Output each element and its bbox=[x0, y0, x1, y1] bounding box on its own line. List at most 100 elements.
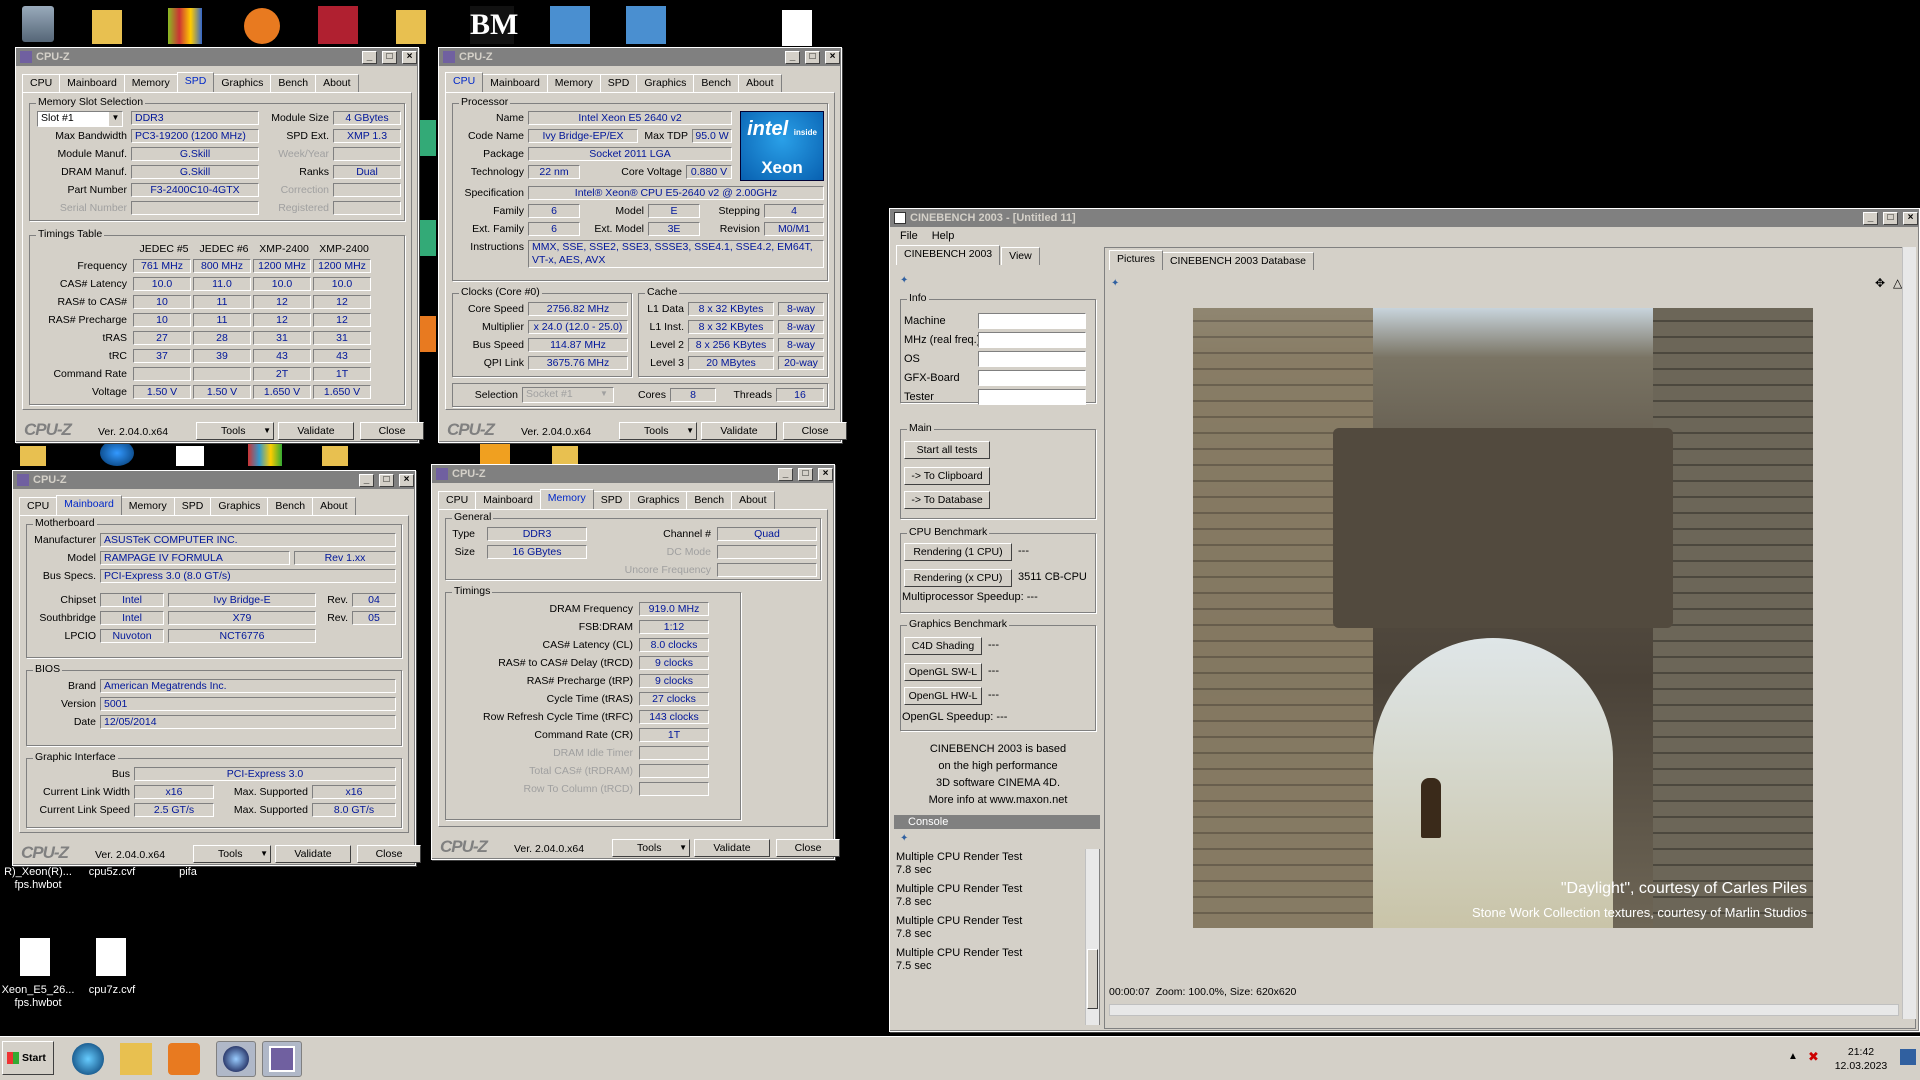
desktop-icon-folder-3[interactable] bbox=[20, 446, 46, 466]
minimize-button[interactable]: _ bbox=[362, 50, 377, 64]
tools-button[interactable]: Tools ▼ bbox=[196, 422, 274, 440]
desktop-icon-page[interactable] bbox=[176, 446, 204, 466]
rendering-1cpu-button[interactable]: Rendering (1 CPU) bbox=[904, 543, 1012, 561]
console-scrollbar[interactable] bbox=[1085, 849, 1099, 1025]
tools-button[interactable]: Tools ▼ bbox=[619, 422, 697, 440]
tab-bench[interactable]: Bench bbox=[686, 491, 733, 509]
desktop-icon-archive[interactable] bbox=[168, 8, 202, 44]
desktop-icon-partial-2[interactable] bbox=[418, 220, 436, 256]
desktop-icon-cpu5z[interactable]: cpu5z.cvf bbox=[74, 866, 150, 879]
clock[interactable]: 21:42 12.03.2023 bbox=[1826, 1045, 1896, 1073]
close-button[interactable]: × bbox=[402, 50, 417, 64]
tab-cinebench-database[interactable]: CINEBENCH 2003 Database bbox=[1161, 252, 1314, 270]
menu-file[interactable]: File bbox=[900, 230, 918, 242]
os-field[interactable] bbox=[978, 351, 1086, 367]
tab-view[interactable]: View bbox=[1001, 247, 1040, 265]
validate-button[interactable]: Validate bbox=[275, 845, 351, 863]
start-all-tests-button[interactable]: Start all tests bbox=[904, 441, 990, 459]
desktop-icon-folder-2[interactable] bbox=[396, 10, 426, 44]
desktop-icon-hwbot-2[interactable]: Xeon_E5_26... fps.hwbot bbox=[0, 984, 76, 1010]
tab-graphics[interactable]: Graphics bbox=[636, 74, 695, 92]
close-button[interactable]: Close bbox=[360, 422, 424, 440]
tray-chevron-icon[interactable]: ▲ bbox=[1788, 1051, 1798, 1062]
desktop-icon-cube[interactable] bbox=[480, 444, 510, 466]
close-button[interactable]: × bbox=[1903, 211, 1918, 225]
tab-about[interactable]: About bbox=[312, 497, 356, 515]
tab-spd[interactable]: SPD bbox=[592, 491, 631, 509]
cpuz-task-icon[interactable] bbox=[262, 1041, 302, 1077]
tab-mainboard[interactable]: Mainboard bbox=[59, 74, 125, 92]
tab-about[interactable]: About bbox=[731, 491, 775, 509]
cpuz-mb-titlebar[interactable]: CPU-Z _ □ × bbox=[13, 471, 415, 489]
pin-icon[interactable]: ✦ bbox=[900, 833, 908, 844]
tab-bench[interactable]: Bench bbox=[693, 74, 740, 92]
tab-memory[interactable]: Memory bbox=[120, 497, 175, 515]
validate-button[interactable]: Validate bbox=[278, 422, 354, 440]
tab-bench[interactable]: Bench bbox=[267, 497, 314, 515]
opengl-sw-button[interactable]: OpenGL SW-L bbox=[904, 663, 982, 681]
tab-about[interactable]: About bbox=[315, 74, 359, 92]
tab-pictures[interactable]: Pictures bbox=[1109, 250, 1163, 270]
cinebench-task-icon[interactable] bbox=[216, 1041, 256, 1077]
maximize-button[interactable]: □ bbox=[798, 467, 813, 481]
to-database-button[interactable]: -> To Database bbox=[904, 491, 990, 509]
tab-bench[interactable]: Bench bbox=[270, 74, 317, 92]
cpuz-mem-titlebar[interactable]: CPU-Z _ □ × bbox=[432, 465, 834, 483]
vertical-scrollbar[interactable] bbox=[1902, 247, 1916, 1019]
tools-button[interactable]: Tools ▼ bbox=[612, 839, 690, 857]
tools-button[interactable]: Tools ▼ bbox=[193, 845, 271, 863]
desktop-icon-app-red[interactable] bbox=[318, 6, 358, 44]
desktop-icon-cpu7z[interactable]: cpu7z.cvf bbox=[74, 984, 150, 997]
validate-button[interactable]: Validate bbox=[701, 422, 777, 440]
desktop-icon-hwbot-1[interactable]: R)_Xeon(R)... fps.hwbot bbox=[0, 866, 76, 892]
close-button[interactable]: Close bbox=[783, 422, 847, 440]
maximize-button[interactable]: □ bbox=[1883, 211, 1898, 225]
maximize-button[interactable]: □ bbox=[382, 50, 397, 64]
tab-spd[interactable]: SPD bbox=[173, 497, 212, 515]
tab-memory[interactable]: Memory bbox=[123, 74, 178, 92]
tab-mainboard[interactable]: Mainboard bbox=[482, 74, 548, 92]
desktop-icon-partial-1[interactable] bbox=[418, 120, 436, 156]
move-icon[interactable]: ✥ bbox=[1875, 276, 1885, 290]
desktop-icon-chart-2[interactable] bbox=[626, 6, 666, 44]
desktop-icon-chart-1[interactable] bbox=[550, 6, 590, 44]
gfx-field[interactable] bbox=[978, 370, 1086, 386]
desktop-icon-partial-3[interactable] bbox=[418, 316, 436, 352]
tab-spd[interactable]: SPD bbox=[176, 72, 215, 92]
tab-mainboard[interactable]: Mainboard bbox=[56, 495, 122, 515]
tab-cpu[interactable]: CPU bbox=[445, 72, 484, 92]
tab-about[interactable]: About bbox=[738, 74, 782, 92]
pin-icon[interactable]: ✦ bbox=[1111, 278, 1119, 289]
opengl-hw-button[interactable]: OpenGL HW-L bbox=[904, 687, 982, 705]
close-button[interactable]: × bbox=[825, 50, 840, 64]
chevron-down-icon[interactable]: ▼ bbox=[600, 388, 613, 400]
tab-cpu[interactable]: CPU bbox=[19, 497, 58, 515]
tab-memory[interactable]: Memory bbox=[539, 489, 594, 509]
pin-icon[interactable]: ✦ bbox=[900, 275, 912, 286]
close-button[interactable]: × bbox=[399, 473, 414, 487]
close-button[interactable]: Close bbox=[776, 839, 840, 857]
slot-select[interactable]: Slot #1 ▼ bbox=[37, 111, 123, 127]
minimize-button[interactable]: _ bbox=[778, 467, 793, 481]
scroll-thumb[interactable] bbox=[1087, 949, 1098, 1009]
tab-graphics[interactable]: Graphics bbox=[629, 491, 688, 509]
close-button[interactable]: × bbox=[818, 467, 833, 481]
desktop-icon-app-circle[interactable] bbox=[244, 8, 280, 44]
socket-select[interactable]: Socket #1 ▼ bbox=[522, 387, 614, 403]
tab-cpu[interactable]: CPU bbox=[438, 491, 477, 509]
close-button[interactable]: Close bbox=[357, 845, 421, 863]
start-button[interactable]: Start bbox=[2, 1041, 54, 1075]
tab-mainboard[interactable]: Mainboard bbox=[475, 491, 541, 509]
c4d-shading-button[interactable]: C4D Shading bbox=[904, 637, 982, 655]
tab-graphics[interactable]: Graphics bbox=[210, 497, 269, 515]
tab-memory[interactable]: Memory bbox=[546, 74, 601, 92]
tab-cpu[interactable]: CPU bbox=[22, 74, 61, 92]
maximize-button[interactable]: □ bbox=[805, 50, 820, 64]
horizontal-scrollbar[interactable] bbox=[1109, 1004, 1899, 1016]
media-player-icon[interactable] bbox=[168, 1043, 200, 1075]
to-clipboard-button[interactable]: -> To Clipboard bbox=[904, 467, 990, 485]
mhz-field[interactable] bbox=[978, 332, 1086, 348]
warning-icon[interactable]: △ bbox=[1893, 276, 1902, 290]
desktop-icon-document[interactable] bbox=[782, 10, 812, 46]
cinebench-titlebar[interactable]: CINEBENCH 2003 - [Untitled 11] _ □ × bbox=[890, 209, 1919, 227]
